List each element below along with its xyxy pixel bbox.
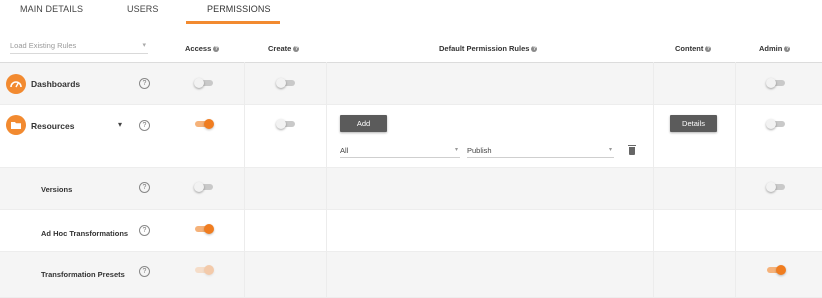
tab-users[interactable]: USERS	[127, 4, 159, 14]
rule-scope-value: All	[340, 146, 349, 155]
admin-column-header: Admin?	[759, 44, 791, 53]
help-icon[interactable]: ?	[139, 266, 150, 277]
chevron-down-icon: ▾	[142, 42, 146, 49]
chevron-down-icon: ▾	[608, 147, 612, 153]
help-icon[interactable]: ?	[784, 46, 791, 53]
rule-action-select[interactable]: Publish ▾	[467, 146, 614, 158]
default-rules-column-header: Default Permission Rules?	[439, 44, 538, 53]
presets-admin-toggle[interactable]	[766, 265, 786, 275]
rule-action-value: Publish	[467, 146, 492, 155]
add-rule-button[interactable]: Add	[340, 115, 387, 132]
presets-access-toggle[interactable]	[194, 265, 214, 275]
help-icon[interactable]: ?	[139, 225, 150, 236]
versions-admin-toggle[interactable]	[766, 182, 786, 192]
tab-main-details[interactable]: MAIN DETAILS	[20, 4, 83, 14]
resources-access-toggle[interactable]	[194, 119, 214, 129]
column-divider	[653, 62, 654, 297]
help-icon[interactable]: ?	[705, 46, 712, 53]
row-label-adhoc-transformations: Ad Hoc Transformations	[41, 229, 129, 238]
versions-access-toggle[interactable]	[194, 182, 214, 192]
adhoc-access-toggle[interactable]	[194, 224, 214, 234]
chevron-down-icon: ▾	[454, 147, 458, 153]
details-button[interactable]: Details	[670, 115, 717, 132]
help-icon[interactable]: ?	[139, 78, 150, 89]
dashboards-create-toggle[interactable]	[276, 78, 296, 88]
help-icon[interactable]: ?	[139, 182, 150, 193]
help-icon[interactable]: ?	[531, 46, 538, 53]
load-existing-rules-select[interactable]: Load Existing Rules ▾	[10, 41, 148, 54]
column-divider	[326, 62, 327, 297]
tab-permissions[interactable]: PERMISSIONS	[207, 4, 271, 14]
access-column-header: Access?	[185, 44, 220, 53]
row-label-transformation-presets: Transformation Presets	[41, 270, 125, 279]
column-divider	[244, 62, 245, 297]
rule-scope-select[interactable]: All ▾	[340, 146, 460, 158]
help-icon[interactable]: ?	[293, 46, 300, 53]
resources-create-toggle[interactable]	[276, 119, 296, 129]
row-label-dashboards: Dashboards	[31, 79, 81, 89]
dashboards-access-toggle[interactable]	[194, 78, 214, 88]
folder-icon	[6, 115, 26, 135]
create-column-header: Create?	[268, 44, 300, 53]
trash-icon[interactable]	[628, 145, 636, 155]
tab-bar: MAIN DETAILS USERS PERMISSIONS	[0, 0, 822, 25]
chevron-down-icon[interactable]: ▾	[118, 120, 122, 129]
permissions-header: Load Existing Rules ▾ Access? Create? De…	[0, 24, 822, 63]
help-icon[interactable]: ?	[139, 120, 150, 131]
load-existing-rules-placeholder: Load Existing Rules	[10, 41, 77, 50]
content-column-header: Content?	[675, 44, 712, 53]
dashboards-admin-toggle[interactable]	[766, 78, 786, 88]
table-row-versions	[0, 168, 822, 210]
table-row-dashboards	[0, 63, 822, 105]
column-divider	[735, 62, 736, 297]
dashboard-gauge-icon	[6, 74, 26, 94]
row-label-versions: Versions	[41, 185, 73, 194]
help-icon[interactable]: ?	[213, 46, 220, 53]
row-label-resources: Resources	[31, 121, 75, 131]
resources-admin-toggle[interactable]	[766, 119, 786, 129]
